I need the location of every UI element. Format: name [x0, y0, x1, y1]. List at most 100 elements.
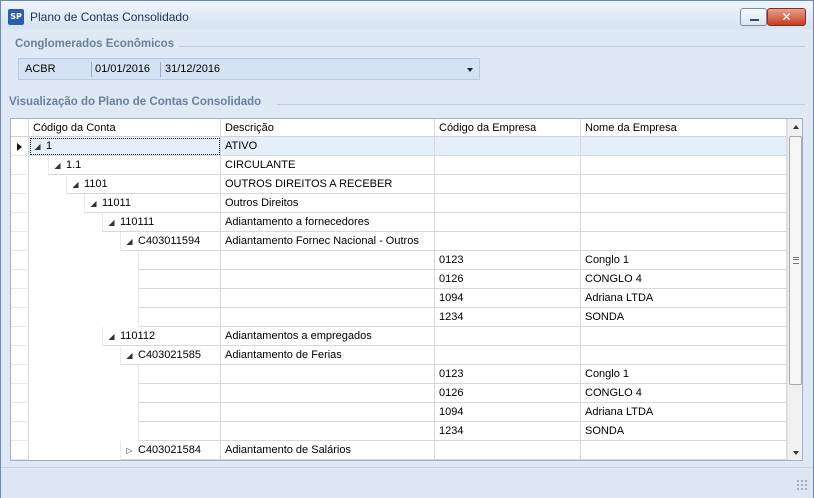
chevron-down-icon[interactable] — [467, 68, 473, 72]
cell-nome-empresa[interactable]: Adriana LTDA — [581, 289, 787, 308]
row-header[interactable] — [11, 384, 29, 403]
cell-descricao[interactable]: Adiantamentos a empregados — [221, 327, 435, 346]
tree-row[interactable]: 0126 CONGLO 4 — [11, 270, 787, 289]
tree-row[interactable]: 1234 SONDA — [11, 422, 787, 441]
tree-row[interactable]: ◢ 1101 OUTROS DIREITOS A RECEBER — [11, 175, 787, 194]
cell-nome-empresa[interactable]: Conglo 1 — [581, 251, 787, 270]
cell-codigo-empresa[interactable] — [435, 327, 581, 346]
cell-descricao[interactable] — [221, 251, 435, 270]
column-header-codigo-conta[interactable]: Código da Conta — [29, 119, 221, 137]
cell-codigo-empresa[interactable]: 0126 — [435, 270, 581, 289]
tree-row[interactable]: ◢ 110112 Adiantamentos a empregados — [11, 327, 787, 346]
tree-row[interactable]: ◢ 110111 Adiantamento a fornecedores — [11, 213, 787, 232]
cell-codigo-conta[interactable] — [139, 308, 221, 327]
scroll-down-icon[interactable] — [793, 451, 799, 455]
scroll-up-icon[interactable] — [793, 125, 799, 129]
tree-row[interactable]: ◢ C403021585 Adiantamento de Ferias — [11, 346, 787, 365]
cell-descricao[interactable]: Adiantamento de Ferias — [221, 346, 435, 365]
cell-descricao[interactable]: OUTROS DIREITOS A RECEBER — [221, 175, 435, 194]
tree-row[interactable]: ◢ 1 ATIVO — [11, 137, 787, 156]
cell-codigo-conta[interactable]: ▷ C403021584 — [121, 441, 221, 460]
cell-descricao[interactable]: Adiantamento Fornec Nacional - Outros — [221, 232, 435, 251]
cell-codigo-conta[interactable]: ◢ C403021585 — [121, 346, 221, 365]
collapse-node-icon[interactable]: ◢ — [71, 180, 80, 189]
resize-grip-icon[interactable] — [796, 479, 808, 491]
scrollbar-thumb[interactable] — [789, 136, 802, 385]
tree-row[interactable]: ◢ 11011 Outros Direitos — [11, 194, 787, 213]
cell-codigo-empresa[interactable] — [435, 232, 581, 251]
collapse-node-icon[interactable]: ◢ — [53, 161, 62, 170]
column-header-nome-empresa[interactable]: Nome da Empresa — [581, 119, 787, 137]
tree-row[interactable]: 1094 Adriana LTDA — [11, 403, 787, 422]
column-header-codigo-empresa[interactable]: Código da Empresa — [435, 119, 581, 137]
cell-nome-empresa[interactable] — [581, 327, 787, 346]
conglomerado-select[interactable]: ACBR 01/01/2016 31/12/2016 — [18, 58, 480, 80]
cell-nome-empresa[interactable] — [581, 232, 787, 251]
cell-codigo-empresa[interactable]: 1094 — [435, 403, 581, 422]
cell-descricao[interactable] — [221, 422, 435, 441]
cell-descricao[interactable] — [221, 384, 435, 403]
cell-descricao[interactable] — [221, 308, 435, 327]
cell-descricao[interactable] — [221, 403, 435, 422]
cell-codigo-conta[interactable]: ◢ 1.1 — [49, 156, 221, 175]
cell-codigo-conta[interactable]: ◢ 110112 — [103, 327, 221, 346]
cell-codigo-conta[interactable]: ◢ C403011594 — [121, 232, 221, 251]
row-header[interactable] — [11, 137, 29, 156]
cell-nome-empresa[interactable]: Conglo 1 — [581, 365, 787, 384]
cell-nome-empresa[interactable]: CONGLO 4 — [581, 384, 787, 403]
cell-nome-empresa[interactable] — [581, 175, 787, 194]
row-header[interactable] — [11, 194, 29, 213]
cell-codigo-empresa[interactable]: 1234 — [435, 422, 581, 441]
cell-codigo-empresa[interactable] — [435, 213, 581, 232]
collapse-node-icon[interactable]: ◢ — [125, 237, 134, 246]
cell-nome-empresa[interactable] — [581, 194, 787, 213]
collapse-node-icon[interactable]: ◢ — [89, 199, 98, 208]
vertical-scrollbar[interactable] — [787, 119, 802, 460]
cell-descricao[interactable]: CIRCULANTE — [221, 156, 435, 175]
cell-codigo-conta[interactable] — [139, 289, 221, 308]
accounts-tree-grid[interactable]: Código da Conta Descrição Código da Empr… — [10, 118, 803, 461]
row-header[interactable] — [11, 213, 29, 232]
row-header[interactable] — [11, 156, 29, 175]
cell-descricao[interactable] — [221, 289, 435, 308]
cell-descricao[interactable]: Outros Direitos — [221, 194, 435, 213]
cell-nome-empresa[interactable] — [581, 346, 787, 365]
cell-descricao[interactable]: Adiantamento de Salários — [221, 441, 435, 460]
column-header-descricao[interactable]: Descrição — [221, 119, 435, 137]
row-header[interactable] — [11, 175, 29, 194]
cell-codigo-empresa[interactable] — [435, 175, 581, 194]
tree-row[interactable]: ▷ C403021584 Adiantamento de Salários — [11, 441, 787, 460]
cell-codigo-empresa[interactable] — [435, 194, 581, 213]
collapse-node-icon[interactable]: ◢ — [107, 332, 116, 341]
row-header[interactable] — [11, 441, 29, 460]
cell-codigo-conta[interactable] — [139, 270, 221, 289]
cell-codigo-empresa[interactable] — [435, 441, 581, 460]
cell-codigo-empresa[interactable] — [435, 346, 581, 365]
tree-row[interactable]: 0123 Conglo 1 — [11, 365, 787, 384]
row-header[interactable] — [11, 422, 29, 441]
cell-codigo-empresa[interactable]: 0126 — [435, 384, 581, 403]
minimize-button[interactable] — [740, 8, 767, 26]
row-header[interactable] — [11, 232, 29, 251]
cell-nome-empresa[interactable] — [581, 156, 787, 175]
row-header[interactable] — [11, 327, 29, 346]
cell-nome-empresa[interactable]: Adriana LTDA — [581, 403, 787, 422]
cell-codigo-conta[interactable] — [139, 251, 221, 270]
cell-codigo-empresa[interactable] — [435, 156, 581, 175]
row-header[interactable] — [11, 251, 29, 270]
cell-codigo-empresa[interactable]: 0123 — [435, 365, 581, 384]
cell-codigo-empresa[interactable]: 0123 — [435, 251, 581, 270]
cell-descricao[interactable]: ATIVO — [221, 137, 435, 156]
cell-descricao[interactable]: Adiantamento a fornecedores — [221, 213, 435, 232]
cell-codigo-empresa[interactable] — [435, 137, 581, 156]
tree-row[interactable]: 1234 SONDA — [11, 308, 787, 327]
cell-codigo-conta[interactable] — [139, 422, 221, 441]
row-header[interactable] — [11, 308, 29, 327]
cell-nome-empresa[interactable] — [581, 441, 787, 460]
expand-node-icon[interactable]: ▷ — [125, 446, 134, 455]
cell-nome-empresa[interactable]: CONGLO 4 — [581, 270, 787, 289]
cell-codigo-conta[interactable]: ◢ 1101 — [67, 175, 221, 194]
tree-row[interactable]: ◢ C403011594 Adiantamento Fornec Nacional … — [11, 232, 787, 251]
cell-nome-empresa[interactable]: SONDA — [581, 422, 787, 441]
close-button[interactable]: ✕ — [767, 8, 806, 26]
